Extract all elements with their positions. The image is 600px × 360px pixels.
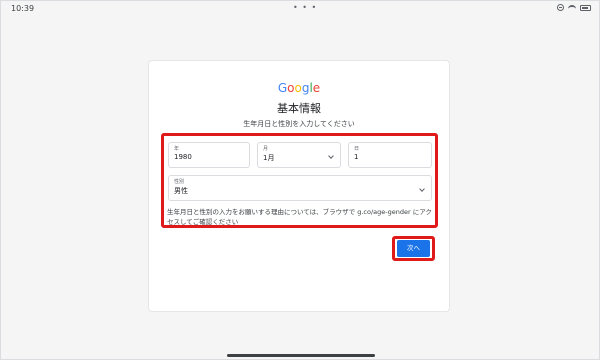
status-time: 10:39 xyxy=(11,4,35,13)
day-label: 日 xyxy=(354,146,360,152)
age-gender-note: 生年月日と性別の入力をお願いする理由については、ブラウザで g.co/age-g… xyxy=(167,208,432,226)
day-field[interactable]: 日 1 xyxy=(348,142,432,168)
multitask-dots[interactable]: • • • xyxy=(293,3,317,12)
month-value: 1月 xyxy=(263,154,275,162)
navigation-handle[interactable] xyxy=(227,354,375,357)
next-button[interactable]: 次へ xyxy=(397,240,430,257)
battery-icon xyxy=(580,4,591,11)
gender-label: 性別 xyxy=(174,179,185,185)
logo-letter: G xyxy=(277,81,288,95)
google-logo: Google xyxy=(149,81,449,95)
chevron-down-icon xyxy=(419,186,425,192)
chevron-down-icon xyxy=(328,153,334,159)
tablet-screen: 10:39 • • • Google 基本情報 生年月日と性別を入力してください… xyxy=(0,0,600,360)
logo-letter: o xyxy=(294,81,302,95)
page-title: 基本情報 xyxy=(277,102,321,115)
year-label: 年 xyxy=(174,146,180,152)
day-value: 1 xyxy=(354,153,359,161)
year-field[interactable]: 年 1980 xyxy=(168,142,250,168)
status-icons xyxy=(557,4,591,11)
do-not-disturb-icon xyxy=(557,4,564,11)
logo-letter: e xyxy=(312,81,321,95)
month-label: 月 xyxy=(263,146,269,152)
page-subtitle: 生年月日と性別を入力してください xyxy=(243,120,355,128)
month-select[interactable]: 月 1月 xyxy=(257,142,341,168)
year-value: 1980 xyxy=(174,153,192,161)
gender-value: 男性 xyxy=(174,187,188,195)
gender-select[interactable]: 性別 男性 xyxy=(168,175,432,201)
wifi-icon xyxy=(568,4,576,11)
status-bar: 10:39 • • • xyxy=(1,1,600,19)
